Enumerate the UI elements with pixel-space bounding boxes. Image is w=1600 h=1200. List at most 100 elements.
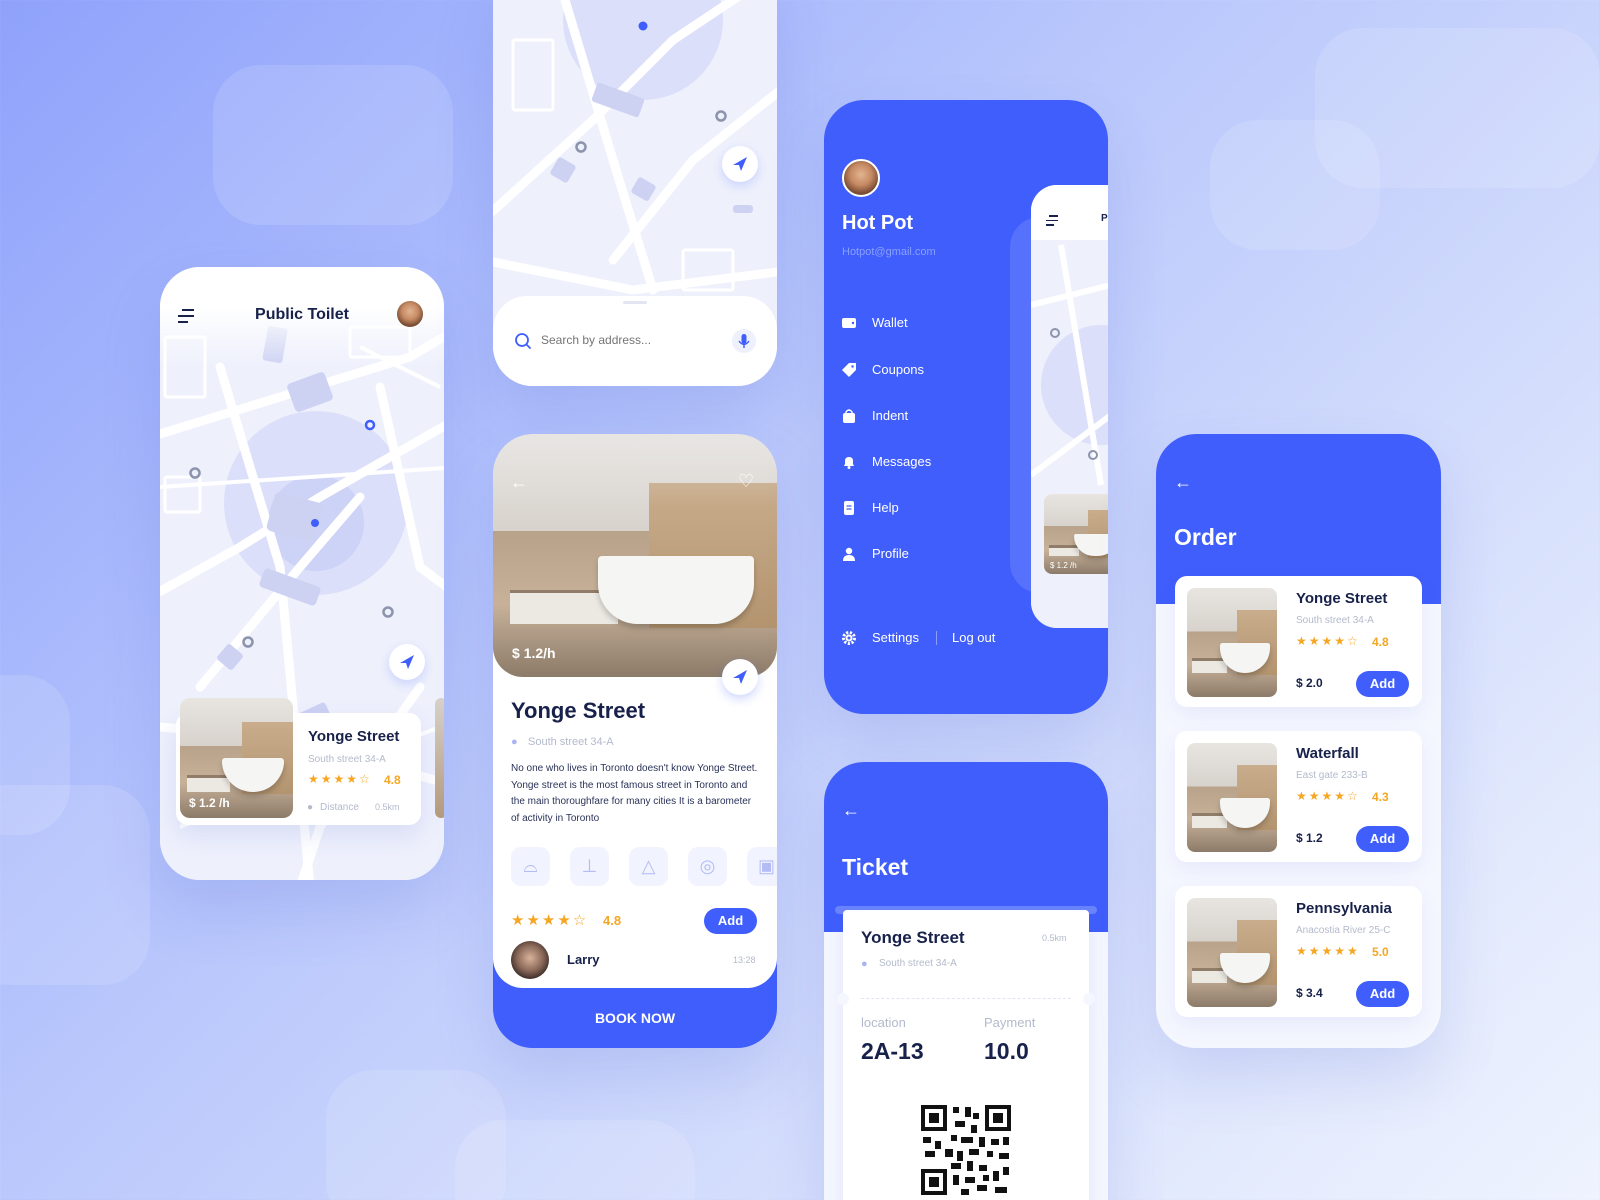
background-shape (0, 785, 150, 985)
rating-value: 4.8 (1372, 635, 1389, 649)
distance-value: 0.5km (1042, 933, 1067, 943)
pin-icon: ● (861, 958, 868, 970)
amenities-row: ⌓ ⊥ △ ◎ ▣ (511, 847, 777, 887)
pin-icon: ● (307, 802, 314, 813)
microphone-icon (738, 334, 750, 348)
menu-item-wallet[interactable]: Wallet (842, 315, 908, 330)
back-arrow-icon[interactable]: ← (1174, 472, 1192, 493)
add-button[interactable]: Add (1356, 671, 1409, 697)
hand-dryer-icon: ▣ (747, 847, 777, 886)
place-address: South street 34-A (879, 958, 957, 969)
book-now-button[interactable]: BOOK NOW (493, 988, 777, 1048)
place-photo: $ 1.2 /h (180, 698, 293, 818)
search-screen (493, 0, 777, 386)
menu-item-indent[interactable]: Indent (842, 408, 908, 423)
menu-label: Profile (872, 546, 909, 561)
user-icon (843, 547, 855, 561)
peek-photo: $ 1.2 /h (1044, 494, 1108, 574)
add-button[interactable]: Add (704, 908, 757, 934)
rating-value: 4.3 (1372, 790, 1389, 804)
back-arrow-icon[interactable]: ← (842, 800, 860, 821)
price-tag: $ 1.2/h (512, 645, 556, 661)
main-screen-peek: P $ 1.2 /h (1031, 185, 1108, 628)
navigation-arrow-icon (733, 157, 747, 171)
rating-stars: ★★★★☆ (308, 772, 372, 786)
sink-icon: ⊥ (570, 847, 609, 886)
background-shape (213, 65, 453, 225)
user-name: Hot Pot (842, 212, 914, 234)
search-input[interactable] (541, 330, 701, 350)
order-price: $ 1.2 (1296, 831, 1323, 845)
order-price: $ 3.4 (1296, 986, 1323, 1000)
back-arrow-icon[interactable]: ← (510, 472, 528, 493)
add-button[interactable]: Add (1356, 981, 1409, 1007)
order-photo (1187, 743, 1277, 852)
avatar[interactable] (397, 301, 423, 327)
menu-item-help[interactable]: Help (842, 500, 899, 515)
peek-price: $ 1.2 /h (1050, 561, 1077, 570)
order-name: Yonge Street (1296, 590, 1388, 607)
background-shape (455, 1120, 695, 1200)
order-photo (1187, 898, 1277, 1007)
next-card-peek (435, 698, 444, 818)
heart-icon[interactable]: ♡ (738, 471, 754, 492)
menu-label: Indent (872, 408, 909, 423)
order-price: $ 2.0 (1296, 676, 1323, 690)
settings-label: Settings (872, 630, 919, 645)
ticket-notch-left (837, 993, 849, 1005)
rating-stars: ★★★★☆ (1296, 634, 1360, 648)
locate-button[interactable] (722, 146, 758, 182)
hero-photo: $ 1.2/h (493, 434, 777, 677)
rating-stars: ★★★★☆ (511, 912, 589, 929)
menu-item-coupons[interactable]: Coupons (842, 362, 924, 377)
order-address: East gate 233-B (1296, 770, 1368, 781)
order-photo (1187, 588, 1277, 697)
payment-value: 10.0 (984, 1038, 1029, 1064)
navigation-arrow-icon (400, 655, 414, 669)
menu-label: Coupons (872, 362, 925, 377)
toilet-icon: ⌓ (511, 847, 550, 886)
settings-button[interactable]: Settings (842, 630, 919, 645)
payment-label: Payment (984, 1015, 1036, 1030)
avatar[interactable] (842, 159, 880, 197)
tag-icon (842, 362, 856, 377)
menu-label: Messages (872, 454, 932, 469)
user-email: Hotpot@gmail.com (842, 246, 936, 258)
place-address: South street 34-A (528, 736, 614, 748)
place-name: Yonge Street (861, 928, 965, 947)
page-title: Ticket (842, 854, 909, 880)
sheet-handle[interactable] (623, 301, 647, 304)
locate-button[interactable] (389, 644, 425, 680)
place-name: Yonge Street (308, 728, 400, 745)
urinal-icon: △ (629, 847, 668, 886)
bell-icon (844, 456, 854, 469)
place-name: Yonge Street (511, 698, 646, 723)
ticket-notch-right (1083, 993, 1095, 1005)
menu-label: Wallet (872, 315, 908, 330)
drawer-screen: P $ 1.2 /h Hot Pot Hotpot@gmail.com Wall… (824, 100, 1108, 714)
order-name: Pennsylvania (1296, 900, 1392, 917)
add-button[interactable]: Add (1356, 826, 1409, 852)
distance-label: Distance (320, 802, 359, 813)
review-time: 13:28 (733, 955, 756, 965)
rating-value: 4.8 (603, 913, 622, 928)
price-tag: $ 1.2 /h (189, 796, 230, 810)
distance-value: 0.5km (375, 802, 400, 812)
bag-icon (843, 408, 855, 423)
map-screen: Public Toilet $ 1.2 /h Yonge Street Sout… (160, 267, 444, 880)
rating-value: 4.8 (384, 773, 401, 787)
menu-item-messages[interactable]: Messages (842, 454, 931, 469)
menu-item-profile[interactable]: Profile (842, 546, 909, 561)
document-icon (844, 500, 854, 515)
microphone-button[interactable] (732, 329, 756, 353)
logout-button[interactable]: Log out (952, 630, 995, 645)
order-address: South street 34-A (1296, 615, 1374, 626)
peek-title: P (1101, 213, 1108, 224)
reviewer-avatar (511, 941, 549, 979)
wallet-icon (842, 317, 856, 328)
menu-label: Help (872, 500, 899, 515)
qr-code (921, 1105, 1011, 1195)
tissue-roll-icon: ◎ (688, 847, 727, 886)
locate-button[interactable] (722, 659, 758, 695)
menu-icon (1046, 215, 1058, 226)
